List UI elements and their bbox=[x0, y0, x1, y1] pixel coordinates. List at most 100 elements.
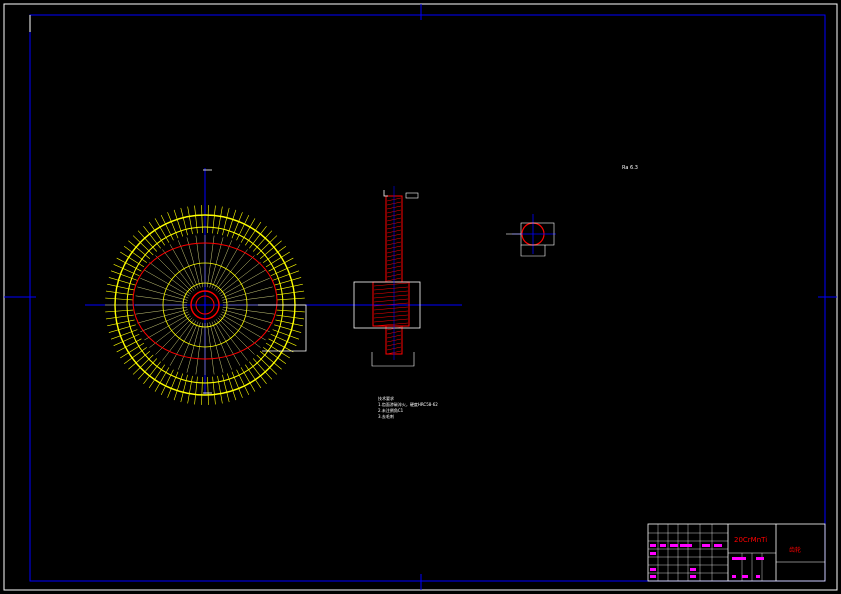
tooth-line bbox=[107, 319, 135, 327]
construction-line bbox=[186, 237, 201, 288]
tooth-line bbox=[201, 205, 203, 234]
construction-line bbox=[144, 313, 190, 341]
tooth-line bbox=[120, 251, 145, 268]
construction-line bbox=[144, 269, 190, 297]
keyway-detail-view bbox=[506, 214, 556, 257]
construction-line bbox=[222, 295, 275, 303]
tooth-line bbox=[187, 206, 193, 235]
tooth-line bbox=[275, 283, 303, 291]
outline bbox=[383, 190, 388, 197]
roughness-symbol: Ra 6.3 bbox=[622, 165, 638, 171]
tech-req-heading: 技术要求 bbox=[378, 395, 394, 401]
tooth-line bbox=[120, 342, 145, 359]
tooth-line bbox=[276, 290, 305, 296]
material-label: 20CrMnTi bbox=[734, 536, 767, 544]
tooth-line bbox=[207, 205, 209, 234]
hatch-line bbox=[373, 306, 409, 311]
tooth-line bbox=[256, 354, 278, 375]
hatch-line bbox=[373, 298, 409, 303]
construction-line bbox=[222, 309, 273, 324]
title-block-label-mark bbox=[680, 544, 692, 547]
title-block-label-mark bbox=[690, 568, 696, 571]
tooth-line bbox=[222, 374, 230, 403]
hatch-line bbox=[373, 294, 409, 299]
tooth-line bbox=[154, 218, 170, 243]
cad-drawing-canvas: Ra 6.3 技术要求 1.齿面渗碳淬火，硬度HRC58-62 2.未注倒角C1… bbox=[3, 3, 838, 591]
tooth-line bbox=[194, 376, 198, 405]
tech-req-line-3: 3.去毛刺 bbox=[378, 413, 394, 419]
title-block-label-mark bbox=[732, 575, 736, 578]
tooth-line bbox=[105, 309, 134, 313]
construction-line bbox=[213, 320, 241, 366]
title-block-label-mark bbox=[650, 552, 656, 555]
tooth-line bbox=[105, 290, 134, 296]
hatch-line bbox=[373, 310, 409, 315]
dimension-line bbox=[258, 304, 307, 352]
construction-line bbox=[169, 244, 197, 290]
tooth-line bbox=[201, 376, 203, 405]
tooth-line bbox=[187, 375, 193, 404]
tooth-line bbox=[132, 235, 154, 256]
tooth-line bbox=[217, 375, 223, 404]
tooth-line bbox=[105, 297, 134, 301]
tooth-line bbox=[212, 205, 216, 234]
title-block-label-mark bbox=[690, 575, 696, 578]
tooth-line bbox=[107, 283, 135, 291]
hatch-line bbox=[373, 290, 409, 295]
title-block-label-mark bbox=[756, 575, 760, 578]
tooth-line bbox=[265, 342, 290, 359]
title-block-label-mark bbox=[702, 544, 710, 547]
construction-line bbox=[135, 307, 188, 315]
tooth-line bbox=[217, 206, 223, 235]
hatch-line bbox=[373, 314, 409, 319]
construction-line bbox=[135, 295, 188, 303]
construction-line bbox=[207, 322, 215, 375]
title-block-label-mark bbox=[650, 575, 656, 578]
tolerance-frame bbox=[405, 192, 419, 199]
title-block-label-mark bbox=[742, 575, 748, 578]
title-block-label-mark bbox=[650, 568, 656, 571]
sheet-border bbox=[3, 3, 838, 591]
tooth-line bbox=[212, 376, 216, 405]
tooth-line bbox=[276, 297, 305, 301]
tooth-line bbox=[180, 207, 188, 236]
construction-line bbox=[209, 237, 224, 288]
construction-line bbox=[186, 322, 201, 373]
tooth-line bbox=[240, 218, 256, 243]
construction-line bbox=[220, 313, 266, 341]
part-name-label: 齿轮 bbox=[789, 546, 801, 554]
tech-req-line-2: 2.未注倒角C1 bbox=[378, 407, 404, 413]
hatch-line bbox=[373, 286, 409, 291]
title-block-label-mark bbox=[650, 544, 656, 547]
svg-text:Ra 6.3: Ra 6.3 bbox=[622, 165, 638, 171]
tooth-line bbox=[240, 367, 256, 392]
hatch-line bbox=[373, 282, 409, 287]
title-block-label-mark bbox=[670, 544, 678, 547]
construction-line bbox=[137, 286, 188, 301]
tooth-line bbox=[180, 374, 188, 403]
construction-line bbox=[213, 244, 241, 290]
construction-line bbox=[220, 269, 266, 297]
tech-req-line-1: 1.齿面渗碳淬火，硬度HRC58-62 bbox=[378, 401, 438, 407]
title-block-label-mark bbox=[732, 557, 746, 560]
construction-line bbox=[222, 286, 273, 301]
construction-line bbox=[195, 322, 203, 375]
title-block-label-mark bbox=[714, 544, 722, 547]
centering-marks bbox=[4, 4, 837, 590]
tooth-line bbox=[154, 367, 170, 392]
gear-front-view bbox=[85, 168, 462, 405]
construction-line bbox=[209, 322, 224, 373]
tooth-line bbox=[222, 207, 230, 236]
tooth-line bbox=[275, 319, 303, 327]
tooth-line bbox=[265, 251, 290, 268]
construction-line bbox=[222, 307, 275, 315]
construction-line bbox=[137, 309, 188, 324]
technical-requirements: 技术要求 1.齿面渗碳淬火，硬度HRC58-62 2.未注倒角C1 3.去毛刺 bbox=[378, 395, 438, 419]
title-block-label-mark bbox=[660, 544, 666, 547]
tooth-line bbox=[276, 314, 305, 320]
hatch-line bbox=[373, 318, 409, 323]
construction-line bbox=[169, 320, 197, 366]
drawing-frame bbox=[29, 14, 826, 582]
title-block-label-mark bbox=[756, 557, 764, 560]
tooth-line bbox=[276, 309, 305, 313]
